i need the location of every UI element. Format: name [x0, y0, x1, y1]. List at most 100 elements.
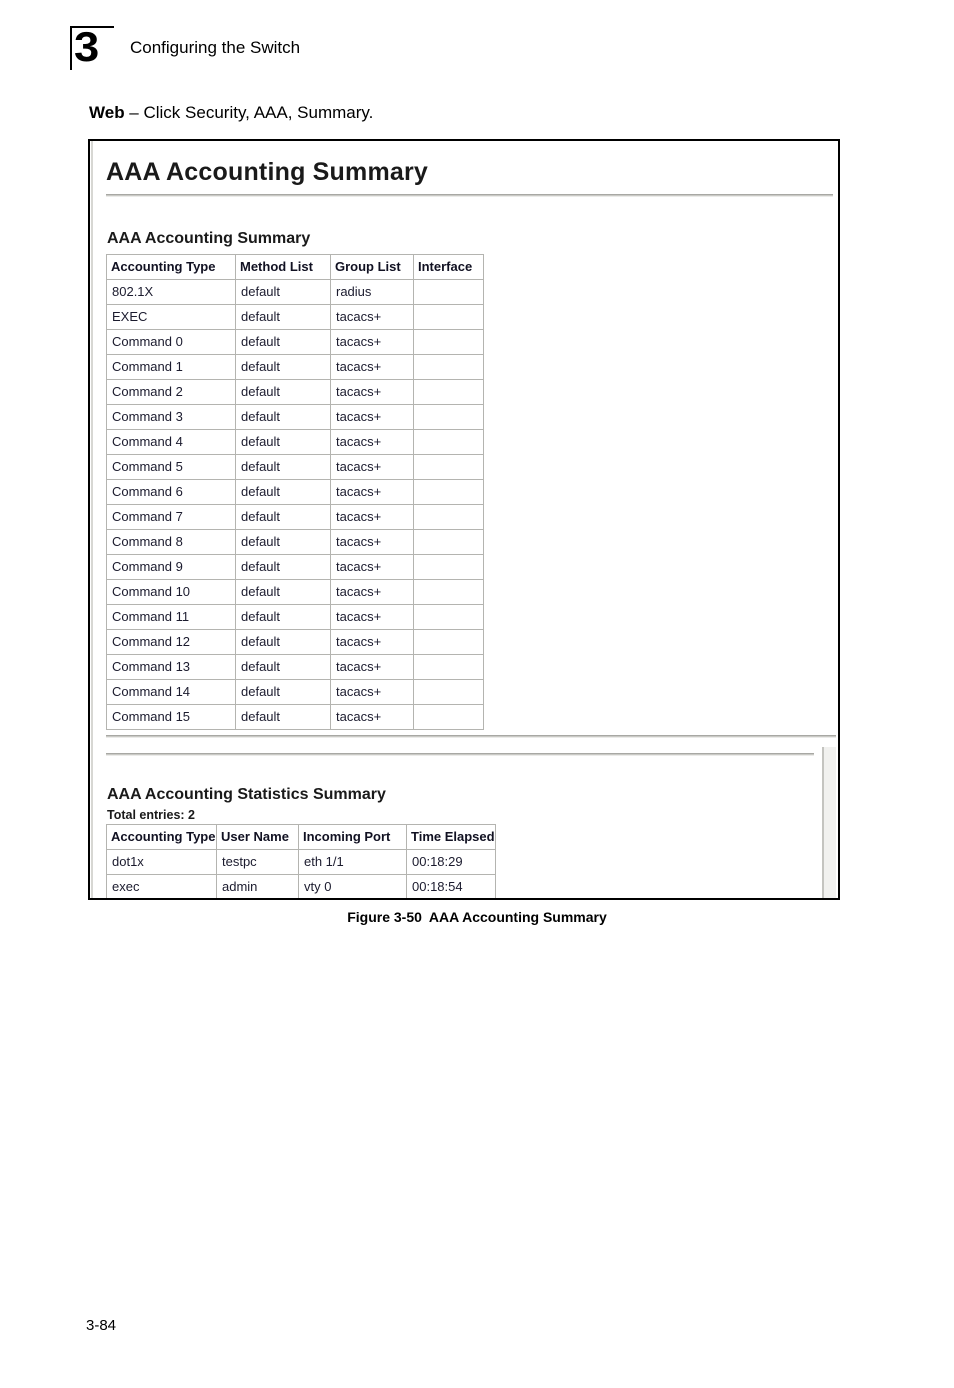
table-cell: default	[235, 329, 331, 355]
section-divider-lower	[106, 753, 814, 756]
table-cell: EXEC	[106, 304, 236, 330]
table-row: Command 11 default tacacs+	[106, 604, 484, 630]
table-cell	[413, 329, 484, 355]
table-cell: default	[235, 704, 331, 730]
table-cell: 802.1X	[106, 279, 236, 305]
screenshot-frame: AAA Accounting Summary AAA Accounting Su…	[88, 139, 840, 900]
table-cell: Command 14	[106, 679, 236, 705]
table-cell: tacacs+	[330, 404, 414, 430]
table-cell: default	[235, 504, 331, 530]
table-cell: default	[235, 479, 331, 505]
table-cell: tacacs+	[330, 704, 414, 730]
table-cell: tacacs+	[330, 554, 414, 580]
web-instruction-text: – Click Security, AAA, Summary.	[124, 103, 374, 122]
table-cell	[413, 479, 484, 505]
table-row: Command 2 default tacacs+	[106, 379, 484, 405]
table-row: EXEC default tacacs+	[106, 304, 484, 330]
table-cell: default	[235, 679, 331, 705]
table-cell: default	[235, 304, 331, 330]
table-cell	[413, 629, 484, 655]
table-row: Command 12 default tacacs+	[106, 629, 484, 655]
table-cell: tacacs+	[330, 329, 414, 355]
table-cell: tacacs+	[330, 579, 414, 605]
table-cell: 00:18:29	[406, 849, 496, 875]
table-cell	[413, 304, 484, 330]
table-cell: Command 12	[106, 629, 236, 655]
table-cell: Command 10	[106, 579, 236, 605]
figure-title: AAA Accounting Summary	[428, 909, 607, 925]
figure-number: Figure 3-50	[347, 909, 422, 925]
table-cell	[413, 654, 484, 680]
column-header-user-name: User Name	[216, 824, 299, 850]
stats-section-heading: AAA Accounting Statistics Summary	[107, 786, 386, 803]
table-row: dot1x testpc eth 1/1 00:18:29	[106, 849, 496, 875]
title-divider	[106, 194, 833, 197]
table-cell	[413, 579, 484, 605]
summary-table-body: 802.1X default radius EXEC default tacacs+ Com…	[106, 279, 484, 730]
table-row: Command 15 default tacacs+	[106, 704, 484, 730]
table-cell	[413, 454, 484, 480]
page-header: 3 Configuring the Switch	[68, 24, 768, 78]
table-cell: Command 8	[106, 529, 236, 555]
table-cell: default	[235, 379, 331, 405]
table-cell: tacacs+	[330, 504, 414, 530]
table-cell: Command 15	[106, 704, 236, 730]
table-row: Command 0 default tacacs+	[106, 329, 484, 355]
table-cell: radius	[330, 279, 414, 305]
table-cell: tacacs+	[330, 429, 414, 455]
table-cell: vty 0	[298, 874, 407, 898]
table-cell: default	[235, 529, 331, 555]
table-row: Command 14 default tacacs+	[106, 679, 484, 705]
table-row: Command 6 default tacacs+	[106, 479, 484, 505]
table-cell	[413, 554, 484, 580]
table-row: Command 8 default tacacs+	[106, 529, 484, 555]
summary-section-heading: AAA Accounting Summary	[107, 230, 311, 247]
table-row: Command 10 default tacacs+	[106, 579, 484, 605]
web-instruction: Web – Click Security, AAA, Summary.	[89, 101, 373, 125]
chapter-number-badge: 3	[68, 24, 116, 72]
table-row: Command 3 default tacacs+	[106, 404, 484, 430]
table-cell: default	[235, 629, 331, 655]
table-row: 802.1X default radius	[106, 279, 484, 305]
page-header-title: Configuring the Switch	[130, 38, 301, 57]
vertical-scrollbar[interactable]	[821, 747, 838, 898]
section-divider-upper	[106, 735, 836, 738]
table-cell: Command 11	[106, 604, 236, 630]
column-header-interface: Interface	[413, 254, 484, 280]
table-header-row: Accounting Type User Name Incoming Port …	[106, 824, 496, 850]
table-cell: tacacs+	[330, 304, 414, 330]
page-title: AAA Accounting Summary	[106, 158, 429, 186]
table-cell	[413, 379, 484, 405]
table-cell: tacacs+	[330, 654, 414, 680]
table-cell: default	[235, 454, 331, 480]
table-cell: tacacs+	[330, 529, 414, 555]
table-cell	[413, 429, 484, 455]
screenshot-left-edge	[90, 141, 97, 898]
table-cell: Command 1	[106, 354, 236, 380]
table-cell: Command 0	[106, 329, 236, 355]
table-cell: tacacs+	[330, 354, 414, 380]
aaa-accounting-statistics-table: Accounting Type User Name Incoming Port …	[106, 824, 496, 898]
table-row: Command 13 default tacacs+	[106, 654, 484, 680]
table-cell: tacacs+	[330, 604, 414, 630]
table-row: Command 5 default tacacs+	[106, 454, 484, 480]
table-cell: tacacs+	[330, 629, 414, 655]
column-header-accounting-type: Accounting Type	[106, 254, 236, 280]
table-row: Command 9 default tacacs+	[106, 554, 484, 580]
table-cell: tacacs+	[330, 454, 414, 480]
web-instruction-label: Web	[89, 103, 125, 122]
table-cell	[413, 504, 484, 530]
table-cell: default	[235, 554, 331, 580]
table-cell	[413, 279, 484, 305]
figure-caption: Figure 3-50 AAA Accounting Summary	[0, 909, 954, 925]
column-header-incoming-port: Incoming Port	[298, 824, 407, 850]
table-cell: 00:18:54	[406, 874, 496, 898]
table-cell: Command 7	[106, 504, 236, 530]
table-row: exec admin vty 0 00:18:54	[106, 874, 496, 898]
table-row: Command 4 default tacacs+	[106, 429, 484, 455]
table-cell: Command 3	[106, 404, 236, 430]
table-cell: tacacs+	[330, 479, 414, 505]
table-cell: exec	[106, 874, 217, 898]
table-cell	[413, 704, 484, 730]
table-cell: testpc	[216, 849, 299, 875]
